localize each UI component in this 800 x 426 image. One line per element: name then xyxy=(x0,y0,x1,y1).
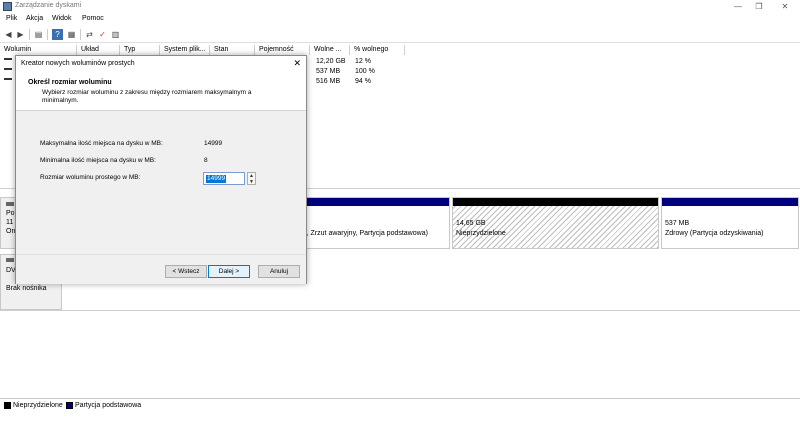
col-uklad[interactable]: Układ xyxy=(77,45,120,55)
min-size-value: 8 xyxy=(204,157,208,164)
title-bar: Zarządzanie dyskami — ❐ ✕ xyxy=(0,0,800,13)
col-stan[interactable]: Stan xyxy=(210,45,255,55)
partition-unallocated[interactable]: 14,65 GB Nieprzydzielone xyxy=(452,197,659,249)
partition-status: Nieprzydzielone xyxy=(456,230,506,237)
disk-separator xyxy=(0,310,800,311)
menu-akcja[interactable]: Akcja xyxy=(26,15,43,22)
back-arrow-icon[interactable]: ◀ xyxy=(3,29,14,40)
volume-size-stepper[interactable]: ▲ ▼ xyxy=(247,172,256,185)
help-icon[interactable]: ? xyxy=(52,29,63,40)
partition-bar xyxy=(453,198,658,206)
connect-icon[interactable]: ⇄ xyxy=(84,29,95,40)
dvd-status: Brak nośnika xyxy=(6,285,47,292)
legend-swatch-unallocated xyxy=(4,402,11,409)
volume-list-header: Wolumin Układ Typ System plik... Stan Po… xyxy=(0,45,800,55)
drive-icon xyxy=(4,68,12,70)
partition-bar xyxy=(662,198,798,206)
dialog-title: Kreator nowych woluminów prostych xyxy=(21,60,135,67)
drive-icon xyxy=(4,58,12,60)
disk-0-name: Po xyxy=(6,210,15,217)
row-free: 537 MB xyxy=(316,68,341,75)
dialog-body: Maksymalna ilość miejsca na dysku w MB: … xyxy=(16,111,306,254)
new-simple-volume-wizard: Kreator nowych woluminów prostych ✕ Okre… xyxy=(15,55,307,284)
col-system-plikow[interactable]: System plik... xyxy=(160,45,210,55)
min-size-label: Minimalna ilość miejsca na dysku w MB: xyxy=(40,157,156,164)
menu-plik[interactable]: Plik xyxy=(6,15,17,22)
menu-pomoc[interactable]: Pomoc xyxy=(82,15,104,22)
step-description: Wybierz rozmiar woluminu z zakresu międz… xyxy=(42,89,252,104)
disk-0-status: On xyxy=(6,228,16,235)
partition-bar xyxy=(291,198,449,206)
partition-info: rust, Zrzut awaryjny, Partycja podstawow… xyxy=(295,230,428,237)
menu-bar: Plik Akcja Widok Pomoc xyxy=(0,13,800,26)
max-size-value: 14999 xyxy=(204,140,223,147)
row-free: 12,20 GB xyxy=(316,58,346,65)
close-icon[interactable]: ✕ xyxy=(293,58,301,69)
row-pct: 12 % xyxy=(355,58,371,65)
settings-icon[interactable]: ▥ xyxy=(110,29,121,40)
close-button[interactable]: ✕ xyxy=(778,1,792,12)
next-button[interactable]: Dalej > xyxy=(208,265,250,278)
max-size-label: Maksymalna ilość miejsca na dysku w MB: xyxy=(40,140,163,147)
disk-0-size: 11 xyxy=(6,219,14,226)
toolbar-separator xyxy=(47,29,48,40)
dialog-header: Określ rozmiar woluminu Wybierz rozmiar … xyxy=(16,74,306,111)
toolbar-separator xyxy=(80,29,81,40)
stepper-down-icon[interactable]: ▼ xyxy=(248,179,255,185)
col-typ[interactable]: Typ xyxy=(120,45,160,55)
drive-icon xyxy=(4,78,12,80)
disk-management-icon xyxy=(3,2,12,11)
menu-widok[interactable]: Widok xyxy=(52,15,71,22)
partition-recovery[interactable]: 537 MB Zdrowy (Partycja odzyskiwania) xyxy=(661,197,799,249)
toolbar: ◀ ▶ ▤ ? ▦ ⇄ ✓ ▥ xyxy=(0,26,800,43)
legend-label: Nieprzydzielone xyxy=(13,402,63,409)
legend: Nieprzydzielone Partycja podstawowa xyxy=(0,398,800,412)
partition-size: 14,65 GB xyxy=(456,220,486,227)
row-free: 516 MB xyxy=(316,78,341,85)
volume-size-value[interactable]: 14999 xyxy=(206,175,227,183)
window-title: Zarządzanie dyskami xyxy=(15,2,82,9)
partition-status: Zdrowy (Partycja odzyskiwania) xyxy=(665,230,764,237)
col-procent-wolnego[interactable]: % wolnego xyxy=(350,45,405,55)
legend-swatch-primary xyxy=(66,402,73,409)
col-wolumin[interactable]: Wolumin xyxy=(0,45,77,55)
maximize-button[interactable]: ❐ xyxy=(752,1,766,12)
partition-primary[interactable]: rust, Zrzut awaryjny, Partycja podstawow… xyxy=(290,197,450,249)
minimize-button[interactable]: — xyxy=(731,1,745,12)
back-button[interactable]: < Wstecz xyxy=(165,265,207,278)
dvd-icon xyxy=(6,258,14,262)
row-pct: 94 % xyxy=(355,78,371,85)
col-wolne[interactable]: Wolne ... xyxy=(310,45,350,55)
forward-arrow-icon[interactable]: ▶ xyxy=(15,29,26,40)
volume-size-label: Rozmiar woluminu prostego w MB: xyxy=(40,174,141,181)
toolbar-separator xyxy=(29,29,30,40)
row-pct: 100 % xyxy=(355,68,375,75)
check-icon[interactable]: ✓ xyxy=(97,29,108,40)
cancel-button[interactable]: Anuluj xyxy=(258,265,300,278)
list-view-icon[interactable]: ▤ xyxy=(33,29,44,40)
step-heading: Określ rozmiar woluminu xyxy=(28,79,112,86)
col-pojemnosc[interactable]: Pojemność xyxy=(255,45,310,55)
dialog-footer: < Wstecz Dalej > Anuluj xyxy=(16,254,306,284)
partition-size: 537 MB xyxy=(665,220,690,227)
disk-icon xyxy=(6,202,14,206)
properties-icon[interactable]: ▦ xyxy=(66,29,77,40)
legend-label: Partycja podstawowa xyxy=(75,402,142,409)
volume-size-input[interactable]: 14999 xyxy=(203,172,245,185)
